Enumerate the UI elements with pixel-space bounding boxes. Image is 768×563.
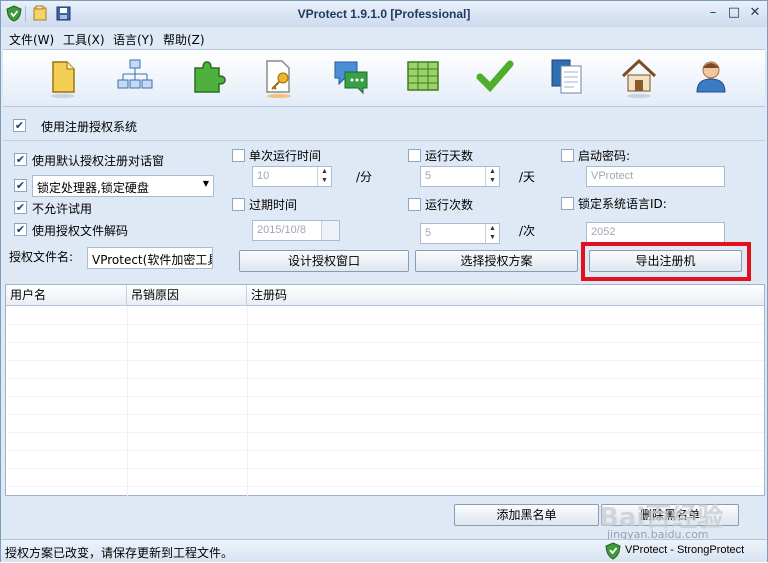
minimize-icon[interactable]: – — [704, 5, 722, 21]
expire-checkbox[interactable]: ✔ — [232, 198, 245, 211]
row-divider — [6, 378, 764, 379]
single-run-label: 单次运行时间 — [249, 149, 322, 163]
copy-documents-icon[interactable] — [547, 56, 587, 98]
add-blacklist-button[interactable]: 添加黑名单 — [454, 504, 599, 526]
design-auth-window-button[interactable]: 设计授权窗口 — [239, 250, 409, 272]
startup-pwd-label: 启动密码: — [578, 149, 631, 163]
choose-auth-scheme-button[interactable]: 选择授权方案 — [415, 250, 578, 272]
run-days-input[interactable]: 5 ▲ ▼ — [420, 166, 500, 187]
status-text: 授权方案已改变，请保存更新到工程文件。 — [5, 546, 234, 560]
single-run-unit: /分 — [356, 170, 373, 184]
single-run-input[interactable]: 10 ▲ ▼ — [252, 166, 332, 187]
close-icon[interactable]: ✕ — [746, 5, 764, 21]
menu-language[interactable]: 语言(Y) — [113, 31, 154, 48]
run-days-label: 运行天数 — [425, 149, 474, 163]
expire-date-input[interactable]: 2015/10/8 — [252, 220, 340, 241]
row-divider — [6, 432, 764, 433]
table-header: 用户名 吊销原因 注册码 — [6, 285, 764, 306]
chat-icon[interactable] — [331, 56, 371, 98]
row-divider — [6, 414, 764, 415]
disallow-trial-checkbox[interactable]: ✔ — [14, 201, 27, 214]
window-title: VProtect 1.9.1.0 [Professional] — [297, 7, 471, 21]
use-default-dialog-checkbox[interactable]: ✔ — [14, 153, 27, 166]
menu-file[interactable]: 文件(W) — [9, 31, 54, 48]
use-auth-file-decode-label: 使用授权文件解码 — [32, 224, 129, 238]
menu-bar: 文件(W) 工具(X) 语言(Y) 帮助(Z) — [1, 28, 767, 48]
menu-tools[interactable]: 工具(X) — [63, 31, 105, 48]
use-default-dialog-label: 使用默认授权注册对话窗 — [32, 154, 165, 168]
main-options-bar: ✔ 使用注册授权系统 — [3, 109, 765, 141]
use-reg-system-label: 使用注册授权系统 — [41, 120, 138, 134]
row-divider — [6, 486, 764, 487]
spinner-arrows-icon[interactable]: ▲ ▼ — [317, 167, 331, 186]
status-bar: 授权方案已改变，请保存更新到工程文件。 VProtect - StrongPro… — [1, 539, 767, 562]
puzzle-icon[interactable] — [187, 56, 227, 98]
user-icon[interactable] — [691, 56, 731, 98]
lock-lang-input[interactable]: 2052 — [586, 222, 725, 243]
row-divider — [6, 324, 764, 325]
lock-hardware-checkbox[interactable]: ✔ — [14, 179, 27, 192]
single-run-checkbox[interactable]: ✔ — [232, 149, 245, 162]
row-divider — [6, 450, 764, 451]
calendar-dropdown-icon[interactable] — [321, 221, 339, 240]
column-header-reg-code[interactable]: 注册码 — [247, 285, 764, 306]
use-auth-file-decode-checkbox[interactable]: ✔ — [14, 223, 27, 236]
startup-pwd-checkbox[interactable]: ✔ — [561, 149, 574, 162]
lock-hardware-value: 锁定处理器,锁定硬盘 — [37, 181, 149, 195]
status-brand: VProtect - StrongProtect — [625, 544, 745, 556]
run-count-unit: /次 — [519, 224, 536, 238]
run-count-label: 运行次数 — [425, 198, 474, 212]
toolbar — [3, 49, 765, 107]
highlight-box — [581, 242, 751, 281]
application-window: VProtect 1.9.1.0 [Professional] – □ ✕ 文件… — [0, 0, 768, 562]
spinner-arrows-icon[interactable]: ▲ ▼ — [485, 224, 499, 243]
row-divider — [6, 342, 764, 343]
chevron-down-icon: ▼ — [202, 179, 209, 188]
shield-app-icon — [604, 542, 622, 563]
run-days-checkbox[interactable]: ✔ — [408, 149, 421, 162]
title-bar: VProtect 1.9.1.0 [Professional] – □ ✕ — [1, 1, 767, 27]
run-days-value: 5 — [425, 170, 432, 182]
menu-help[interactable]: 帮助(Z) — [163, 31, 205, 48]
expire-date-value: 2015/10/8 — [257, 224, 306, 236]
lock-hardware-select[interactable]: 锁定处理器,锁定硬盘 ▼ — [32, 175, 214, 197]
file-icon[interactable] — [43, 56, 83, 98]
use-reg-system-checkbox[interactable]: ✔ — [13, 119, 26, 132]
column-header-username[interactable]: 用户名 — [6, 285, 127, 306]
column-header-revoke-reason[interactable]: 吊销原因 — [127, 285, 247, 306]
run-days-unit: /天 — [519, 170, 536, 184]
lock-lang-label: 锁定系统语言ID: — [578, 197, 667, 211]
lock-lang-checkbox[interactable]: ✔ — [561, 197, 574, 210]
blacklist-table: 用户名 吊销原因 注册码 — [5, 284, 765, 496]
maximize-icon[interactable]: □ — [725, 5, 743, 21]
auth-file-label: 授权文件名: — [9, 250, 74, 264]
run-count-value: 5 — [425, 227, 432, 239]
network-icon[interactable] — [115, 56, 155, 98]
key-document-icon[interactable] — [259, 56, 299, 98]
row-divider — [6, 396, 764, 397]
spreadsheet-icon[interactable] — [403, 56, 443, 98]
disallow-trial-label: 不允许试用 — [32, 202, 93, 216]
run-count-checkbox[interactable]: ✔ — [408, 198, 421, 211]
single-run-value: 10 — [257, 170, 270, 182]
run-count-input[interactable]: 5 ▲ ▼ — [420, 223, 500, 244]
expire-label: 过期时间 — [249, 198, 298, 212]
startup-pwd-input[interactable]: VProtect — [586, 166, 725, 187]
house-lock-icon[interactable] — [619, 56, 659, 98]
spinner-arrows-icon[interactable]: ▲ ▼ — [485, 167, 499, 186]
checkmark-icon[interactable] — [475, 56, 515, 98]
row-divider — [6, 360, 764, 361]
row-divider — [6, 468, 764, 469]
auth-file-input[interactable]: VProtect(软件加密工具 — [87, 247, 213, 269]
